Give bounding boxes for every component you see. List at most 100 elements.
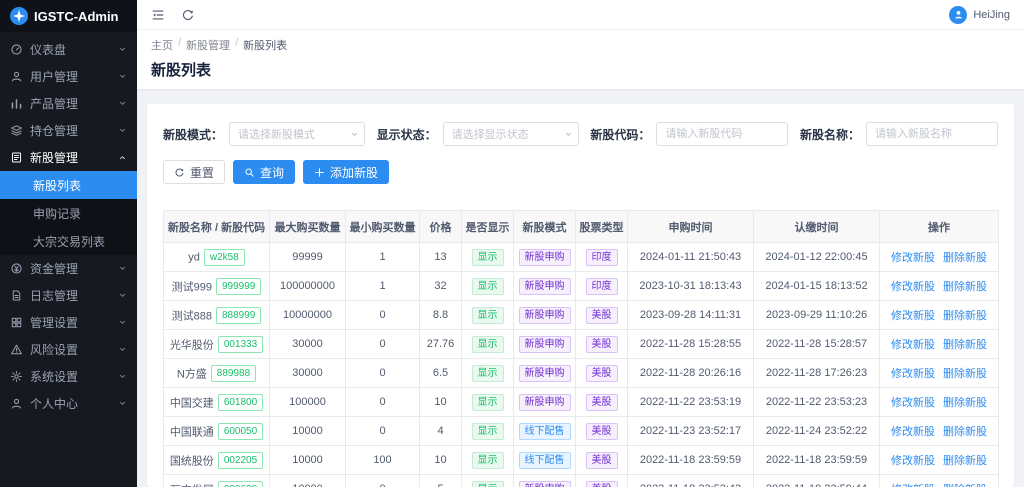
filter-group-name: 新股名称：	[800, 122, 998, 146]
visible-tag: 显示	[472, 452, 504, 469]
breadcrumb-item-1[interactable]: 新股管理	[186, 37, 230, 53]
edit-stock-link[interactable]: 修改新股	[891, 310, 935, 322]
sidebar-item-3[interactable]: 持仓管理	[0, 117, 137, 144]
sidebar-subitem-0[interactable]: 新股列表	[0, 171, 137, 199]
column-header: 申购时间	[628, 211, 754, 243]
mode-tag: 新股申购	[519, 278, 571, 295]
edit-stock-link[interactable]: 修改新股	[891, 368, 935, 380]
stock-type-tag: 印度	[586, 249, 618, 266]
user-menu[interactable]: HeiJing	[949, 6, 1010, 24]
page-head: 主页/新股管理/新股列表 新股列表	[137, 30, 1024, 90]
delete-stock-link[interactable]: 删除新股	[943, 426, 987, 438]
table-header-row: 新股名称 / 新股代码最大购买数量最小购买数量价格是否显示新股模式股票类型申购时…	[164, 211, 999, 243]
chevron-down-icon	[118, 399, 127, 408]
edit-stock-link[interactable]: 修改新股	[891, 455, 935, 467]
layers-icon	[10, 124, 23, 137]
username: HeiJing	[973, 9, 1010, 21]
delete-stock-link[interactable]: 删除新股	[943, 281, 987, 293]
price: 10	[420, 388, 462, 417]
pay-time: 2024-01-12 22:00:45	[754, 243, 880, 272]
sidebar-item-6[interactable]: 日志管理	[0, 282, 137, 309]
delete-stock-link[interactable]: 删除新股	[943, 455, 987, 467]
visible-tag: 显示	[472, 336, 504, 353]
reset-icon	[174, 167, 185, 178]
min-buy-qty: 1	[346, 243, 420, 272]
pay-time: 2022-11-22 23:53:23	[754, 388, 880, 417]
chevron-down-icon	[118, 345, 127, 354]
sidebar-item-8[interactable]: 风险设置	[0, 336, 137, 363]
sidebar-item-label: 持仓管理	[30, 122, 78, 139]
filter-select-mode[interactable]: 请选择新股模式	[229, 122, 365, 146]
reset-button[interactable]: 重置	[163, 160, 225, 184]
visible-tag: 显示	[472, 278, 504, 295]
refresh-icon[interactable]	[181, 8, 195, 22]
stock-type-tag: 美股	[586, 423, 618, 440]
chevron-down-icon	[564, 130, 573, 139]
subscribe-time: 2024-01-11 21:50:43	[628, 243, 754, 272]
delete-stock-link[interactable]: 删除新股	[943, 252, 987, 264]
sidebar-subitem-2[interactable]: 大宗交易列表	[0, 227, 137, 255]
sidebar-item-9[interactable]: 系统设置	[0, 363, 137, 390]
add-stock-button[interactable]: 添加新股	[303, 160, 389, 184]
filter-input-name[interactable]	[866, 122, 998, 146]
filter-label-code: 新股代码：	[590, 126, 650, 143]
sidebar-item-label: 仪表盘	[30, 41, 66, 58]
delete-stock-link[interactable]: 删除新股	[943, 310, 987, 322]
collapse-menu-icon[interactable]	[151, 8, 165, 22]
sidebar-item-10[interactable]: 个人中心	[0, 390, 137, 417]
sidebar-item-0[interactable]: 仪表盘	[0, 36, 137, 63]
sidebar-item-4[interactable]: 新股管理	[0, 144, 137, 171]
stock-type-tag: 美股	[586, 481, 618, 487]
edit-stock-link[interactable]: 修改新股	[891, 252, 935, 264]
stock-type-tag: 美股	[586, 365, 618, 382]
stock-type-tag: 美股	[586, 307, 618, 324]
stock-type-tag: 美股	[586, 394, 618, 411]
search-button[interactable]: 查询	[233, 160, 295, 184]
column-header: 新股名称 / 新股代码	[164, 211, 270, 243]
delete-stock-link[interactable]: 删除新股	[943, 339, 987, 351]
sidebar-item-7[interactable]: 管理设置	[0, 309, 137, 336]
breadcrumb-separator: /	[178, 37, 181, 53]
min-buy-qty: 1	[346, 272, 420, 301]
price: 5	[420, 475, 462, 487]
edit-stock-link[interactable]: 修改新股	[891, 397, 935, 409]
sidebar-item-5[interactable]: 资金管理	[0, 255, 137, 282]
filter-label-name: 新股名称：	[800, 126, 860, 143]
sidebar-item-label: 用户管理	[30, 68, 78, 85]
edit-stock-link[interactable]: 修改新股	[891, 339, 935, 351]
price: 32	[420, 272, 462, 301]
price: 13	[420, 243, 462, 272]
visible-tag: 显示	[472, 481, 504, 487]
select-placeholder: 请选择新股模式	[238, 126, 315, 142]
delete-stock-link[interactable]: 删除新股	[943, 397, 987, 409]
column-header: 新股模式	[514, 211, 576, 243]
column-header: 价格	[420, 211, 462, 243]
sidebar-item-1[interactable]: 用户管理	[0, 63, 137, 90]
pay-time: 2022-11-28 15:28:57	[754, 330, 880, 359]
sidebar-item-label: 日志管理	[30, 287, 78, 304]
max-buy-qty: 30000	[270, 330, 346, 359]
filter-group-code: 新股代码：	[590, 122, 788, 146]
delete-stock-link[interactable]: 删除新股	[943, 368, 987, 380]
max-buy-qty: 10000000	[270, 301, 346, 330]
gear-icon	[10, 370, 23, 383]
min-buy-qty: 0	[346, 301, 420, 330]
column-header: 股票类型	[576, 211, 628, 243]
edit-stock-link[interactable]: 修改新股	[891, 426, 935, 438]
filter-select-status[interactable]: 请选择显示状态	[443, 122, 579, 146]
sidebar-item-2[interactable]: 产品管理	[0, 90, 137, 117]
mode-tag: 线下配售	[519, 452, 571, 469]
coin-icon	[10, 262, 23, 275]
table-row: 测试999999999100000000132显示新股申购印度2023-10-3…	[164, 272, 999, 301]
visible-tag: 显示	[472, 365, 504, 382]
column-header: 认缴时间	[754, 211, 880, 243]
filter-input-code[interactable]	[656, 122, 788, 146]
stock-type-tag: 印度	[586, 278, 618, 295]
sidebar-item-label: 个人中心	[30, 395, 78, 412]
pay-time: 2022-11-24 23:52:22	[754, 417, 880, 446]
edit-stock-link[interactable]: 修改新股	[891, 281, 935, 293]
visible-tag: 显示	[472, 249, 504, 266]
breadcrumb-item-0[interactable]: 主页	[151, 37, 173, 53]
table-row: N方盛8899883000006.5显示新股申购美股2022-11-28 20:…	[164, 359, 999, 388]
sidebar-subitem-1[interactable]: 申购记录	[0, 199, 137, 227]
